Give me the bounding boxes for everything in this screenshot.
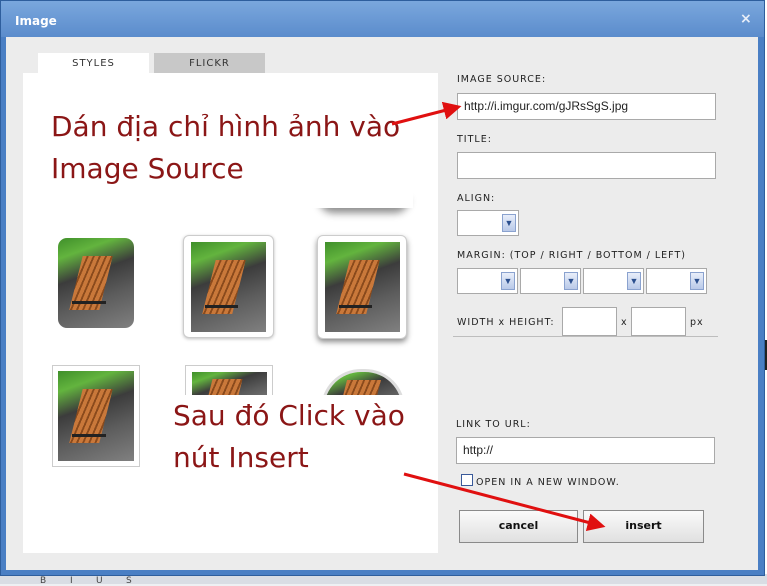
image-dialog: Image × STYLES FLICKR Dán địa chỉ hình ả… — [0, 0, 765, 576]
chevron-down-icon: ▼ — [564, 272, 578, 290]
margin-top-select[interactable]: ▼ — [457, 268, 518, 294]
annotation-line: Image Source — [51, 152, 244, 185]
new-window-checkbox[interactable] — [461, 474, 473, 486]
close-icon[interactable]: × — [740, 11, 752, 27]
height-input[interactable] — [631, 307, 686, 336]
bold-icon: B — [40, 576, 47, 586]
link-label: LINK TO URL: — [456, 419, 531, 430]
margin-bottom-select[interactable]: ▼ — [583, 268, 644, 294]
underline-icon: U — [96, 576, 103, 586]
chevron-down-icon: ▼ — [627, 272, 641, 290]
cancel-button[interactable]: cancel — [459, 510, 578, 543]
new-window-label: OPEN IN A NEW WINDOW. — [476, 477, 620, 488]
image-style-option[interactable] — [317, 235, 407, 339]
image-style-option[interactable] — [52, 365, 140, 467]
strike-icon: S — [126, 576, 132, 586]
width-input[interactable] — [562, 307, 617, 336]
image-style-option[interactable] — [58, 238, 134, 328]
insert-button[interactable]: insert — [583, 510, 704, 543]
annotation-line: Dán địa chỉ hình ảnh vào — [51, 110, 401, 143]
annotation-line: Sau đó Click vào — [173, 399, 405, 432]
align-select[interactable]: ▼ — [457, 210, 519, 236]
link-url-input[interactable]: http:// — [456, 437, 715, 464]
styles-gallery: Dán địa chỉ hình ảnh vào Image Source Sa… — [23, 73, 438, 553]
margin-label: MARGIN: (TOP / RIGHT / BOTTOM / LEFT) — [457, 250, 686, 261]
title-bar[interactable]: Image × — [1, 1, 764, 37]
title-input[interactable] — [457, 152, 716, 179]
margin-left-select[interactable]: ▼ — [646, 268, 707, 294]
image-source-label: IMAGE SOURCE: — [457, 74, 547, 85]
annotation-click-insert: Sau đó Click vào nút Insert — [166, 395, 421, 517]
chevron-down-icon: ▼ — [690, 272, 704, 290]
size-label: WIDTH x HEIGHT: — [457, 317, 555, 328]
annotation-line: nút Insert — [173, 441, 309, 474]
size-separator: x — [621, 317, 628, 328]
annotation-paste-url: Dán địa chỉ hình ảnh vào Image Source — [41, 98, 413, 208]
tab-flickr[interactable]: FLICKR — [154, 53, 265, 75]
margin-right-select[interactable]: ▼ — [520, 268, 581, 294]
tab-styles[interactable]: STYLES — [38, 53, 149, 75]
dialog-title: Image — [15, 14, 57, 28]
title-label: TITLE: — [457, 134, 492, 145]
chevron-down-icon: ▼ — [501, 272, 515, 290]
image-style-option[interactable] — [183, 235, 274, 338]
chevron-down-icon: ▼ — [502, 214, 516, 232]
divider — [453, 336, 718, 337]
italic-icon: I — [70, 576, 73, 586]
image-source-input[interactable]: http://i.imgur.com/gJRsSgS.jpg — [457, 93, 716, 120]
dialog-content: STYLES FLICKR Dán địa chỉ hình ảnh vào I… — [6, 37, 758, 570]
size-unit: px — [690, 317, 704, 328]
align-label: ALIGN: — [457, 193, 496, 204]
